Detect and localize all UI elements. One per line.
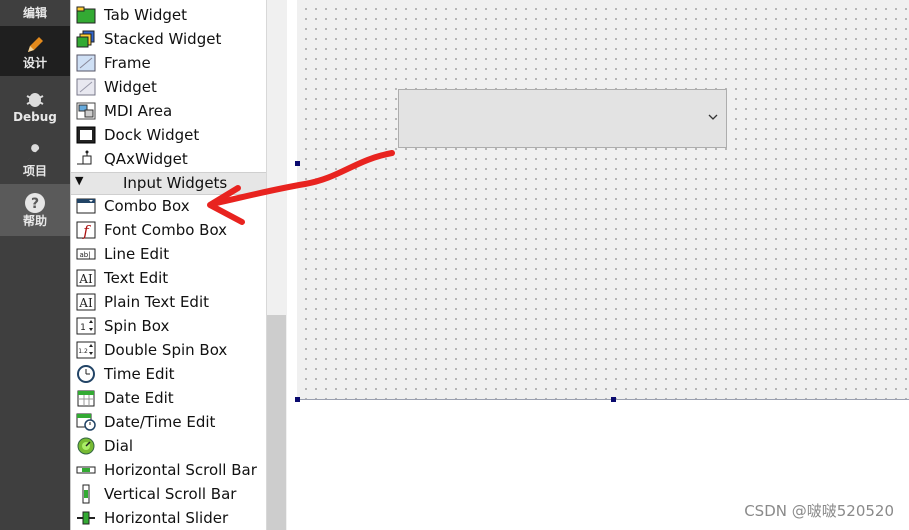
widget-label: Dial [104,437,134,455]
line-edit-icon: ab| [75,244,97,264]
widget-box: Tab Widget Stacked Widget Frame Widget M… [70,0,267,530]
double-spin-box-icon: 1.2 [75,340,97,360]
svg-text:1.2: 1.2 [78,348,88,355]
calendar-icon [75,388,97,408]
dial-icon [75,436,97,456]
widget-label: Stacked Widget [104,30,222,48]
resize-handle[interactable] [295,397,300,402]
combo-box-widget[interactable] [398,89,727,148]
stacked-widget-icon [75,29,97,49]
widget-label: Vertical Scroll Bar [104,485,237,503]
qaxwidget-icon [75,149,97,169]
mode-projects[interactable]: 项目 [0,134,70,184]
widget-icon [75,77,97,97]
widget-tab-widget[interactable]: Tab Widget [75,3,265,27]
clock-icon [75,364,97,384]
resize-handle[interactable] [611,397,616,402]
font-combo-box-icon: f [75,220,97,240]
tab-widget-icon [75,5,97,25]
widget-widget[interactable]: Widget [75,75,265,99]
mode-edit[interactable]: 编辑 [0,0,70,26]
widget-label: Date/Time Edit [104,413,216,431]
chevron-down-icon: ▼ [75,174,84,187]
wrench-icon [28,144,40,160]
widget-dock-widget[interactable]: Dock Widget [75,123,265,147]
dock-widget-icon [75,125,97,145]
mode-help-label: 帮助 [22,214,47,228]
spin-box-icon: 1 [75,316,97,336]
horizontal-scroll-bar-icon [75,460,97,480]
category-label: Input Widgets [123,174,228,192]
widget-text-edit[interactable]: AI Text Edit [75,266,265,290]
mode-design[interactable]: 设计 [0,26,70,76]
watermark: CSDN @啵啵520520 [744,502,894,520]
pencil-icon [28,37,43,52]
widget-label: Font Combo Box [104,221,228,239]
widget-label: Dock Widget [104,126,200,144]
mode-design-label: 设计 [22,56,47,70]
mode-debug-label: Debug [13,110,57,124]
widget-label: Date Edit [104,389,174,407]
widget-vertical-scroll-bar[interactable]: Vertical Scroll Bar [75,482,265,506]
widget-font-combo-box[interactable]: f Font Combo Box [75,218,265,242]
mode-projects-label: 项目 [22,164,47,178]
widget-label: MDI Area [104,102,173,120]
widget-plain-text-edit[interactable]: AI Plain Text Edit [75,290,265,314]
svg-text:1: 1 [80,323,86,333]
svg-text:AI: AI [78,296,93,310]
mode-help[interactable]: ? 帮助 [0,184,70,236]
question-icon: ? [25,193,45,213]
category-input-widgets[interactable]: ▼ Input Widgets [71,172,267,195]
widget-label: Horizontal Slider [104,509,229,527]
resize-handle[interactable] [295,161,300,166]
scrollbar-thumb[interactable] [267,315,286,530]
frame-icon [75,53,97,73]
mode-edit-label: 编辑 [22,6,47,20]
form-editor [287,0,909,530]
widget-label: Text Edit [104,269,169,287]
widget-combo-box[interactable]: Combo Box [75,194,265,218]
bug-icon [26,93,44,107]
widget-qaxwidget[interactable]: QAxWidget [75,147,265,171]
widget-label: Time Edit [104,365,175,383]
widget-frame[interactable]: Frame [75,51,265,75]
widget-label: QAxWidget [104,150,188,168]
form-canvas[interactable] [297,0,909,400]
widget-label: Horizontal Scroll Bar [104,461,257,479]
widget-stacked-widget[interactable]: Stacked Widget [75,27,265,51]
widget-label: Spin Box [104,317,170,335]
vertical-scroll-bar-icon [75,484,97,504]
svg-text:AI: AI [78,272,93,286]
widget-label: Combo Box [104,197,190,215]
widget-label: Frame [104,54,151,72]
widget-label: Double Spin Box [104,341,228,359]
widget-horizontal-scroll-bar[interactable]: Horizontal Scroll Bar [75,458,265,482]
text-edit-icon: AI [75,268,97,288]
widget-double-spin-box[interactable]: 1.2 Double Spin Box [75,338,265,362]
widget-label: Tab Widget [104,6,187,24]
widget-time-edit[interactable]: Time Edit [75,362,265,386]
widget-horizontal-slider[interactable]: Horizontal Slider [75,506,265,530]
widget-datetime-edit[interactable]: Date/Time Edit [75,410,265,434]
horizontal-slider-icon [75,508,97,528]
svg-text:?: ? [31,196,39,212]
widget-label: Line Edit [104,245,170,263]
widget-label: Plain Text Edit [104,293,209,311]
svg-text:ab|: ab| [79,251,90,259]
widget-dial[interactable]: Dial [75,434,265,458]
widget-line-edit[interactable]: ab| Line Edit [75,242,265,266]
widget-label: Widget [104,78,157,96]
mode-sidebar: 编辑 设计 Debug 项目 ? 帮助 [0,0,70,530]
mode-debug[interactable]: Debug [0,80,70,130]
mdi-area-icon [75,101,97,121]
widget-spin-box[interactable]: 1 Spin Box [75,314,265,338]
combo-box-icon [75,196,97,216]
widget-box-scrollbar[interactable] [266,0,288,530]
chevron-down-icon [708,114,718,120]
widget-mdi-area[interactable]: MDI Area [75,99,265,123]
plain-text-edit-icon: AI [75,292,97,312]
calendar-clock-icon [75,412,97,432]
widget-date-edit[interactable]: Date Edit [75,386,265,410]
